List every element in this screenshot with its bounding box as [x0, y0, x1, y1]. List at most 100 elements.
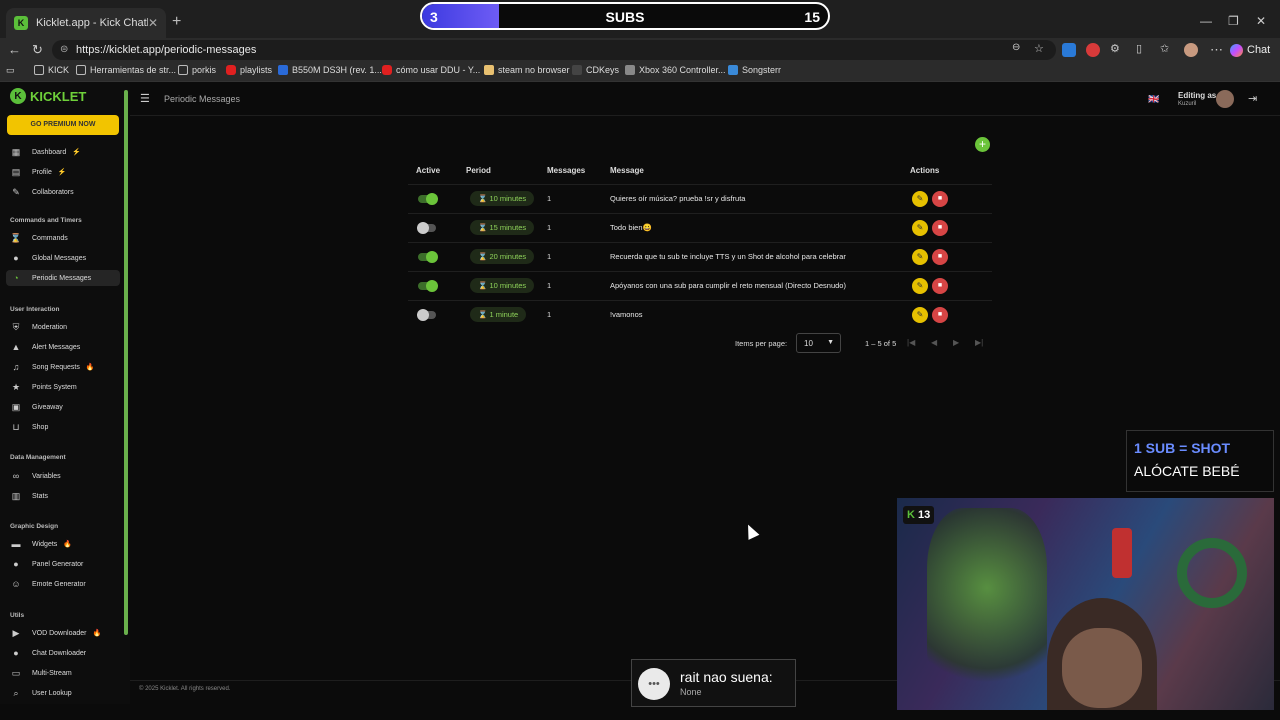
delete-button[interactable]: ■	[932, 220, 948, 236]
bookmark-item[interactable]: B550M DS3H (rev. 1...	[278, 65, 382, 75]
sidebar-item-vod-downloader[interactable]: ▶ VOD Downloader 🔥	[10, 625, 120, 641]
toast-title: rait nao suena:	[680, 669, 773, 685]
sidebar-item-song-requests[interactable]: ♫ Song Requests 🔥	[10, 359, 120, 375]
sidebar-item-variables[interactable]: ∞ Variables	[10, 468, 120, 484]
subs-goal: 15	[804, 9, 820, 25]
extension-icon[interactable]	[1086, 43, 1100, 57]
active-toggle[interactable]	[418, 280, 438, 292]
bookmark-item[interactable]: cómo usar DDU - Y...	[382, 65, 480, 75]
back-icon[interactable]: ←	[8, 42, 21, 57]
split-screen-icon[interactable]: ▯	[1136, 42, 1142, 55]
edit-button[interactable]: ✎	[912, 220, 928, 236]
avatar[interactable]	[1216, 90, 1234, 108]
toast-subtitle: None	[680, 687, 702, 697]
cdkeys-icon	[572, 65, 582, 75]
kicklet-favicon: K	[14, 16, 28, 30]
first-page-icon[interactable]: |◀	[907, 338, 915, 347]
steam-icon	[484, 65, 494, 75]
extensions-icon[interactable]: ⚙	[1110, 42, 1120, 55]
copilot-chat-button[interactable]: Chat	[1230, 41, 1276, 59]
sidebar-item-alert-messages[interactable]: ▲ Alert Messages	[10, 339, 120, 355]
toggle-knob	[426, 251, 438, 263]
sidebar-item-periodic-messages[interactable]: ◔ Periodic Messages	[6, 270, 120, 286]
monitor-icon: ▭	[11, 667, 21, 678]
chevron-down-icon: ▼	[827, 339, 834, 346]
bookmark-item[interactable]: porkis	[178, 65, 216, 75]
sidebar-item-chat-downloader[interactable]: ● Chat Downloader	[10, 645, 120, 661]
sidebar-item-stats[interactable]: ▥ Stats	[10, 488, 120, 504]
bookmark-item[interactable]: Herramientas de str...	[76, 65, 176, 75]
add-message-button[interactable]: +	[975, 137, 990, 152]
next-page-icon[interactable]: ▶	[953, 338, 959, 347]
extension-icon[interactable]	[1062, 43, 1076, 57]
zoom-icon[interactable]: ⊖	[1012, 42, 1020, 53]
reload-icon[interactable]: ↻	[32, 42, 43, 58]
active-toggle[interactable]	[417, 309, 436, 321]
logout-icon[interactable]: ⇥	[1248, 92, 1257, 105]
go-premium-button[interactable]: GO PREMIUM NOW	[7, 115, 119, 135]
sidebar-item-multi-stream[interactable]: ▭ Multi-Stream	[10, 665, 120, 681]
close-window-icon[interactable]: ✕	[1256, 14, 1266, 28]
new-tab-icon[interactable]: +	[172, 13, 181, 31]
reading-list-icon[interactable]: ▭	[6, 65, 15, 76]
bookmark-item[interactable]: playlists	[226, 65, 272, 75]
language-flag-icon[interactable]: 🇬🇧	[1148, 94, 1159, 105]
active-toggle[interactable]	[417, 222, 436, 234]
prev-page-icon[interactable]: ◀	[931, 338, 937, 347]
more-menu-icon[interactable]: ⋯	[1210, 42, 1223, 58]
profile-avatar-icon[interactable]	[1184, 43, 1198, 57]
menu-toggle-icon[interactable]: ☰	[140, 92, 150, 105]
browser-tab[interactable]: K Kicklet.app - Kick Chatbot and O ✕	[6, 8, 166, 38]
sidebar-item-points-system[interactable]: ★ Points System	[10, 379, 120, 395]
sidebar-item-shop[interactable]: ⊔ Shop	[10, 419, 120, 435]
favorites-icon[interactable]: ✩	[1160, 42, 1169, 55]
delete-button[interactable]: ■	[932, 278, 948, 294]
last-page-icon[interactable]: ▶|	[975, 338, 983, 347]
bookmark-item[interactable]: Songsterr	[728, 65, 781, 75]
active-toggle[interactable]	[418, 251, 438, 263]
delete-button[interactable]: ■	[932, 249, 948, 265]
sidebar-item-global-messages[interactable]: ● Global Messages	[10, 250, 120, 266]
sidebar-item-emote-generator[interactable]: ☺ Emote Generator	[10, 576, 120, 592]
bookmark-item[interactable]: steam no browser	[484, 65, 570, 75]
delete-button[interactable]: ■	[932, 307, 948, 323]
edit-button[interactable]: ✎	[912, 278, 928, 294]
column-header-actions: Actions	[910, 166, 940, 175]
sidebar-item-commands[interactable]: ⌛ Commands	[10, 230, 120, 246]
mouse-cursor	[742, 522, 760, 540]
bookmark-item[interactable]: Xbox 360 Controller...	[625, 65, 726, 75]
sidebar-item-giveaway[interactable]: ▣ Giveaway	[10, 399, 120, 415]
kicklet-logo[interactable]: K KICKLET	[10, 88, 86, 104]
edit-button[interactable]: ✎	[912, 307, 928, 323]
sidebar-item-collaborators[interactable]: ✎ Collaborators	[10, 184, 120, 200]
sidebar-item-moderation[interactable]: ⛨ Moderation	[10, 319, 120, 335]
paginator: Items per page: 10 ▼ 1 – 5 of 5 |◀ ◀ ▶ ▶…	[735, 333, 995, 355]
edit-button[interactable]: ✎	[912, 249, 928, 265]
delete-button[interactable]: ■	[932, 191, 948, 207]
maximize-icon[interactable]: ❐	[1228, 14, 1239, 28]
close-tab-icon[interactable]: ✕	[148, 16, 158, 30]
items-per-page-select[interactable]: 10 ▼	[796, 333, 841, 353]
bookmark-item[interactable]: CDKeys	[572, 65, 619, 75]
site-info-icon[interactable]: ⊜	[60, 40, 68, 60]
bookmark-item[interactable]: KICK	[34, 65, 69, 75]
bookmark-star-icon[interactable]: ☆	[1034, 42, 1044, 55]
sidebar-item-panel-generator[interactable]: ● Panel Generator	[10, 556, 120, 572]
period-chip: ⌛ 1 minute	[470, 307, 527, 322]
edit-button[interactable]: ✎	[912, 191, 928, 207]
page-range: 1 – 5 of 5	[865, 339, 897, 348]
sidebar-item-user-lookup[interactable]: ⌕ User Lookup	[10, 685, 120, 701]
period-chip: ⌛ 10 minutes	[470, 278, 535, 293]
sidebar-item-profile[interactable]: ▤ Profile ⚡	[10, 164, 120, 180]
emote-icon: ☺	[11, 579, 21, 589]
stocking-shape	[1112, 528, 1132, 578]
sidebar-item-widgets[interactable]: ▬ Widgets 🔥	[10, 536, 120, 552]
table-row: ⌛ 15 minutes 1 Todo bien😀 ✎ ■	[408, 213, 992, 241]
url-input[interactable]: ⊜ https://kicklet.app/periodic-messages	[52, 40, 1056, 60]
sidebar-scrollbar[interactable]	[124, 90, 128, 635]
music-icon: ♫	[12, 362, 20, 372]
sidebar-item-dashboard[interactable]: ▦ Dashboard ⚡	[10, 144, 120, 160]
toggle-knob	[426, 193, 438, 205]
active-toggle[interactable]	[418, 193, 438, 205]
minimize-icon[interactable]: —	[1200, 14, 1212, 28]
